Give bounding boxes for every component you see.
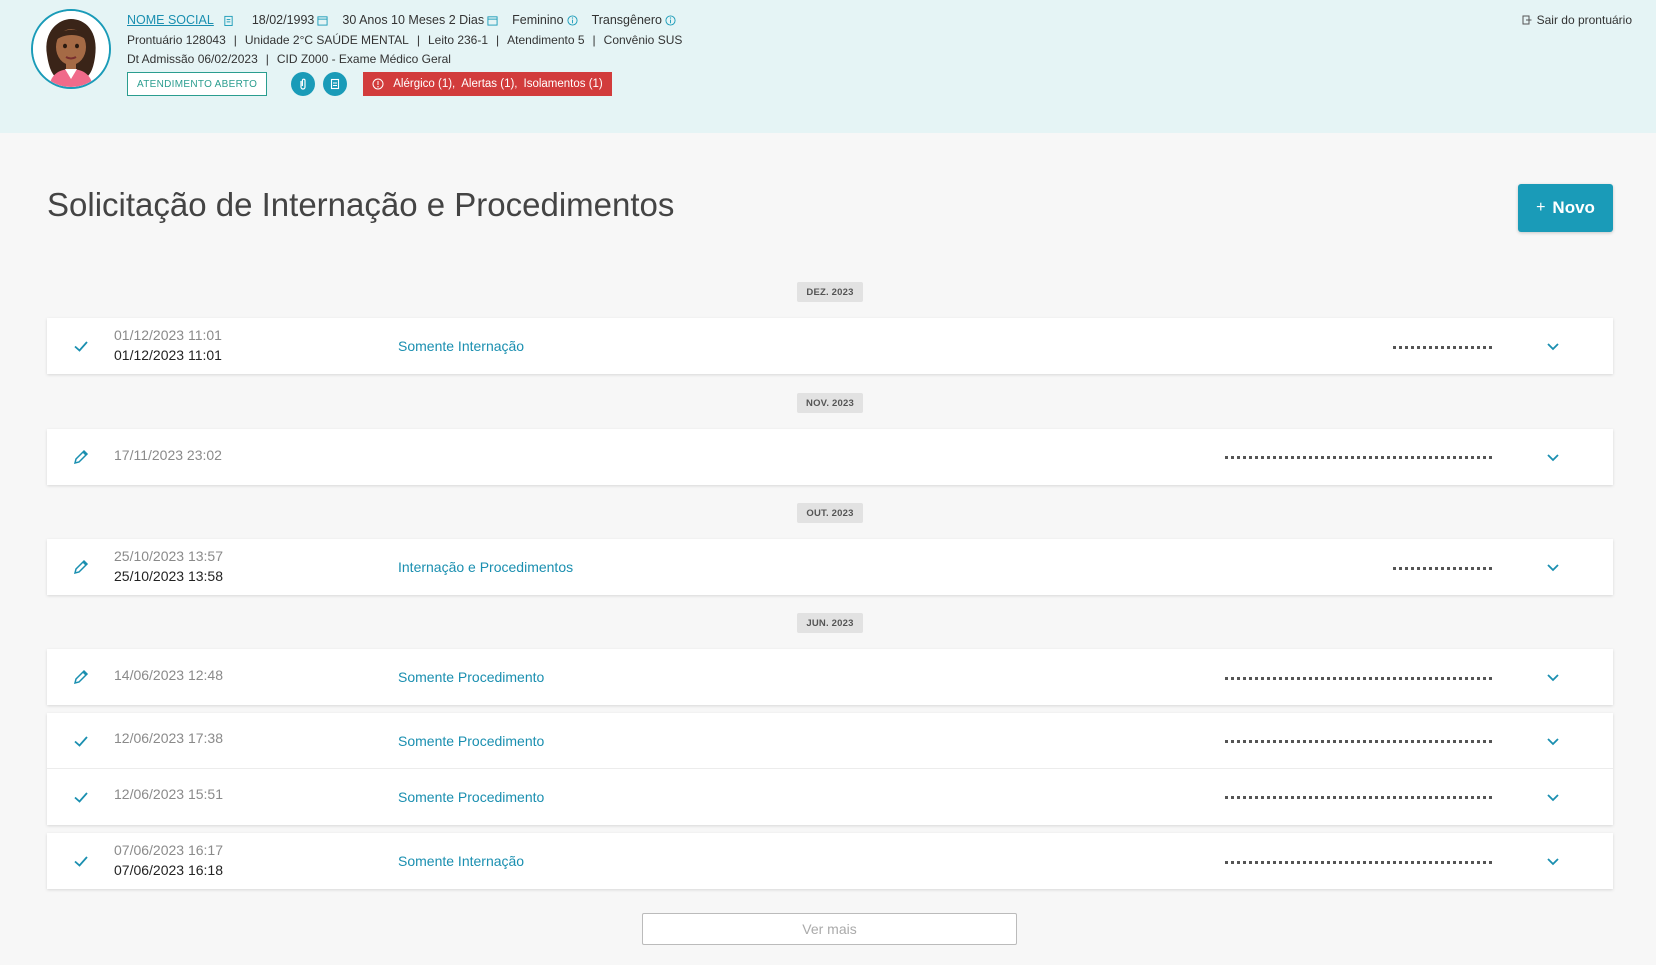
atendimento: Atendimento 5 [507, 33, 585, 47]
patient-header: NOME SOCIAL 18/02/1993 30 Anos 10 Meses … [0, 0, 1656, 133]
request-date-created: 14/06/2023 12:48 [114, 667, 223, 683]
calendar-icon [317, 15, 328, 26]
request-card: 12/06/2023 17:38 Somente Procedimento 12… [47, 713, 1613, 825]
request-date-created: 17/11/2023 23:02 [114, 447, 222, 463]
patient-identity: Transgênero [591, 13, 662, 27]
chevron-down-icon[interactable] [1546, 560, 1560, 574]
month-label: NOV. 2023 [797, 393, 863, 413]
load-more-button[interactable]: Ver mais [642, 913, 1017, 945]
calendar-icon [487, 15, 498, 26]
patient-avatar [31, 9, 111, 89]
status-badge: ATENDIMENTO ABERTO [127, 72, 268, 96]
request-date-created: 07/06/2023 16:17 [114, 842, 223, 858]
chevron-down-icon[interactable] [1546, 670, 1560, 684]
clipboard-icon[interactable] [223, 15, 234, 26]
request-row[interactable]: 12/06/2023 15:51 Somente Procedimento [47, 769, 1613, 825]
avatar-illustration [33, 11, 109, 87]
birth-date: 18/02/1993 [251, 13, 315, 27]
alert-alertas: Alertas (1), [461, 78, 518, 90]
request-date-created: 12/06/2023 15:51 [114, 786, 223, 802]
request-row[interactable]: 14/06/2023 12:48 Somente Procedimento [47, 649, 1613, 705]
request-row[interactable]: 12/06/2023 17:38 Somente Procedimento [47, 713, 1613, 769]
patient-social-name[interactable]: NOME SOCIAL [127, 13, 214, 27]
redacted-location [1225, 861, 1495, 864]
redacted-location [1225, 796, 1495, 799]
chevron-down-icon[interactable] [1546, 854, 1560, 868]
request-date-created: 01/12/2023 11:01 [114, 327, 222, 343]
request-card: 25/10/2023 13:57 25/10/2023 13:58 Intern… [47, 539, 1613, 595]
request-date-updated: 07/06/2023 16:18 [114, 862, 223, 878]
patient-admission-line: Dt Admissão 06/02/2023 | CID Z000 - Exame… [127, 52, 451, 66]
prontuario: Prontuário 128043 [127, 33, 226, 47]
convenio: Convênio SUS [603, 33, 683, 47]
chevron-down-icon[interactable] [1546, 734, 1560, 748]
chevron-down-icon[interactable] [1546, 339, 1560, 353]
request-type[interactable]: Somente Procedimento [398, 733, 544, 749]
redacted-professional [1393, 567, 1495, 570]
check-icon [74, 341, 88, 352]
leito: Leito 236-1 [427, 33, 489, 47]
unidade: Unidade 2°C SAÚDE MENTAL [244, 33, 409, 47]
request-type[interactable]: Somente Internação [398, 338, 524, 354]
logout-label: Sair do prontuário [1536, 13, 1632, 27]
logout-icon [1522, 15, 1532, 25]
request-type[interactable]: Somente Procedimento [398, 789, 544, 805]
redacted-location [1225, 740, 1495, 743]
alert-alergico: Alérgico (1), [393, 78, 456, 90]
request-card: 17/11/2023 23:02 [47, 429, 1613, 485]
redacted-professional [1393, 346, 1495, 349]
request-row[interactable]: 25/10/2023 13:57 25/10/2023 13:58 Intern… [47, 539, 1613, 595]
check-icon [74, 856, 88, 867]
request-type[interactable]: Somente Procedimento [398, 669, 544, 685]
paperclip-icon [300, 78, 306, 90]
request-row[interactable]: 17/11/2023 23:02 [47, 429, 1613, 485]
request-row[interactable]: 01/12/2023 11:01 01/12/2023 11:01 Soment… [47, 318, 1613, 374]
attachment-button[interactable] [291, 72, 316, 96]
logout-link[interactable]: Sair do prontuário [1522, 13, 1632, 27]
request-card: 01/12/2023 11:01 01/12/2023 11:01 Soment… [47, 318, 1613, 374]
new-button-label: Novo [1552, 198, 1595, 217]
request-row[interactable]: 07/06/2023 16:17 07/06/2023 16:18 Soment… [47, 833, 1613, 889]
patient-gender: Feminino [512, 13, 564, 27]
info-icon[interactable] [665, 14, 676, 26]
request-type[interactable]: Internação e Procedimentos [398, 559, 573, 575]
info-icon[interactable] [567, 14, 578, 26]
chevron-down-icon[interactable] [1546, 790, 1560, 804]
redacted-location [1225, 677, 1495, 680]
redacted-location [1225, 456, 1495, 459]
document-icon [331, 78, 340, 90]
request-date-created: 25/10/2023 13:57 [114, 548, 223, 564]
check-icon [74, 736, 88, 747]
document-button[interactable] [323, 72, 348, 96]
page-title: Solicitação de Internação e Procedimento… [47, 186, 675, 223]
chevron-down-icon[interactable] [1546, 450, 1560, 464]
status-row: ATENDIMENTO ABERTO Alérgico (1), Alertas… [127, 72, 612, 96]
month-label: OUT. 2023 [797, 503, 863, 523]
request-card: 07/06/2023 16:17 07/06/2023 16:18 Soment… [47, 833, 1613, 889]
month-label: DEZ. 2023 [797, 282, 863, 302]
patient-care-line: Prontuário 128043 | Unidade 2°C SAÚDE MEN… [127, 33, 683, 47]
pencil-icon[interactable] [72, 448, 90, 466]
month-label: JUN. 2023 [797, 613, 863, 633]
plus-icon: + [1536, 199, 1546, 216]
check-icon [74, 792, 88, 803]
request-date-updated: 25/10/2023 13:58 [114, 568, 223, 584]
alert-isolamentos: Isolamentos (1) [523, 78, 603, 90]
cid: CID Z000 - Exame Médico Geral [276, 52, 451, 66]
pencil-icon[interactable] [72, 668, 90, 686]
request-date-updated: 01/12/2023 11:01 [114, 347, 222, 363]
alerts-banner[interactable]: Alérgico (1), Alertas (1), Isolamentos (… [363, 72, 612, 96]
request-card: 14/06/2023 12:48 Somente Procedimento [47, 649, 1613, 705]
new-request-button[interactable]: + Novo [1518, 184, 1613, 232]
alert-icon [372, 78, 384, 90]
pencil-icon[interactable] [72, 558, 90, 576]
patient-age: 30 Anos 10 Meses 2 Dias [342, 13, 485, 27]
admission-date: Dt Admissão 06/02/2023 [127, 52, 258, 66]
request-date-created: 12/06/2023 17:38 [114, 730, 223, 746]
request-type[interactable]: Somente Internação [398, 853, 524, 869]
patient-identity-line: NOME SOCIAL 18/02/1993 30 Anos 10 Meses … [127, 13, 690, 27]
